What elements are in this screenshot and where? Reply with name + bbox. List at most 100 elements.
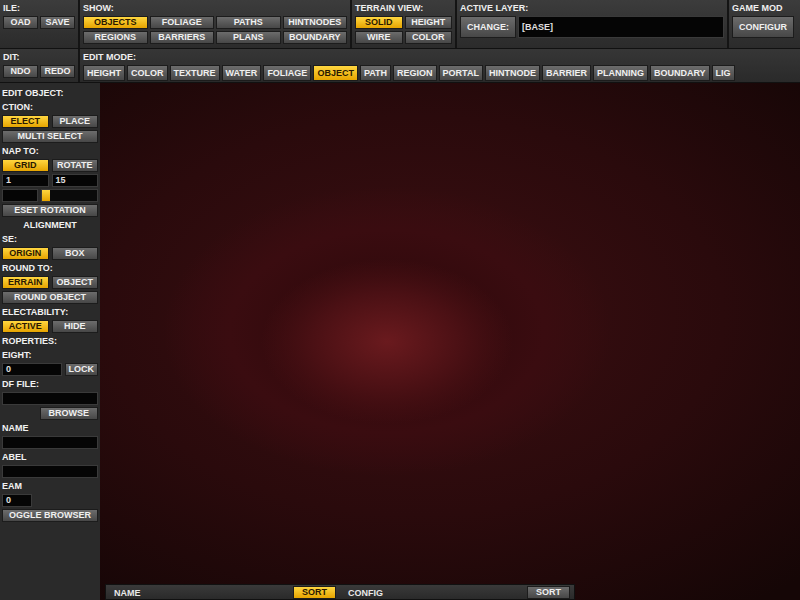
terrain-view-button[interactable]: WIRE <box>355 31 403 44</box>
panel-field[interactable]: 1 <box>2 174 49 187</box>
panel-slider-row <box>2 189 98 202</box>
team-field[interactable]: 0 <box>2 494 32 507</box>
change-layer-button[interactable]: CHANGE: <box>460 16 516 38</box>
show-toggle[interactable]: HINTNODES <box>283 16 348 29</box>
undo-redo-button[interactable]: NDO <box>3 65 38 78</box>
edit-mode-button[interactable]: HINTNODE <box>485 65 540 81</box>
panel-button[interactable]: ELECT <box>2 115 49 128</box>
edit-mode-button[interactable]: PLANNING <box>593 65 648 81</box>
panel-field-row: 115 <box>2 174 98 187</box>
panel-field-row <box>2 465 98 478</box>
file-button[interactable]: SAVE <box>40 16 75 29</box>
panel-label: NAME <box>2 422 98 434</box>
game-mode-section: GAME MOD CONFIGUR <box>729 0 800 48</box>
panel-label: ROUND TO: <box>2 262 98 274</box>
edit-mode-row: HEIGHTCOLORTEXTUREWATERFOLIAGEOBJECTPATH… <box>83 65 797 81</box>
show-toggle[interactable]: BOUNDARY <box>283 31 348 44</box>
file-button[interactable]: OAD <box>3 16 38 29</box>
edit-mode-button[interactable]: HEIGHT <box>83 65 125 81</box>
panel-button[interactable]: ROUND OBJECT <box>2 291 98 304</box>
undo-redo-button[interactable]: REDO <box>40 65 75 78</box>
panel-field[interactable] <box>2 465 98 478</box>
edit-mode-button[interactable]: OBJECT <box>313 65 358 81</box>
edit-mode-button[interactable]: BOUNDARY <box>650 65 710 81</box>
rotation-slider[interactable] <box>41 189 98 202</box>
panel-button[interactable]: ORIGIN <box>2 247 49 260</box>
panel-label: CTION: <box>2 101 98 113</box>
sort-button[interactable]: SORT <box>527 586 570 599</box>
panel-button[interactable]: ERRAIN <box>2 276 49 289</box>
column-label: CONFIG <box>348 588 383 598</box>
terrain-view-button[interactable]: SOLID <box>355 16 403 29</box>
show-toggle[interactable]: REGIONS <box>83 31 148 44</box>
level-editor: ILE: OADSAVE SHOW: OBJECTSFOLIAGEPATHSHI… <box>0 0 800 600</box>
panel-button-row: OGGLE BROWSER <box>2 509 98 522</box>
edit-section: DIT: NDOREDO <box>0 49 80 82</box>
panel-button[interactable]: OGGLE BROWSER <box>2 509 98 522</box>
file-section: ILE: OADSAVE <box>0 0 80 48</box>
panel-button-row: ACTIVEHIDE <box>2 320 98 333</box>
edit-mode-button[interactable]: FOLIAGE <box>263 65 311 81</box>
panel-button[interactable]: ESET ROTATION <box>2 204 98 217</box>
layer-field[interactable]: [BASE] <box>518 16 724 38</box>
sort-button[interactable]: SORT <box>293 586 336 599</box>
list-column: NAME SORT <box>106 585 340 599</box>
section-label: ACTIVE LAYER: <box>460 3 724 14</box>
panel-field[interactable] <box>2 392 98 405</box>
3d-viewport[interactable]: NAME SORT CONFIG SORT <box>100 83 800 600</box>
panel-button[interactable]: ROTATE <box>52 159 99 172</box>
panel-button[interactable]: ACTIVE <box>2 320 49 333</box>
height-field[interactable]: 0 <box>2 363 62 376</box>
section-label: EDIT MODE: <box>83 52 797 63</box>
section-label: DIT: <box>3 52 75 63</box>
section-label: GAME MOD <box>732 3 797 14</box>
edit-mode-button[interactable]: COLOR <box>127 65 168 81</box>
panel-button[interactable]: OBJECT <box>52 276 99 289</box>
game-row: CONFIGUR <box>732 16 797 38</box>
section-label: ILE: <box>3 3 75 14</box>
panel-field-row <box>2 392 98 405</box>
configure-button[interactable]: CONFIGUR <box>732 16 794 38</box>
edit-toolbar: DIT: NDOREDO EDIT MODE: HEIGHTCOLORTEXTU… <box>0 49 800 83</box>
terrain-view-button[interactable]: HEIGHT <box>405 16 453 29</box>
panel-field[interactable] <box>2 436 98 449</box>
show-grid: OBJECTSFOLIAGEPATHSHINTNODES REGIONSBARRI… <box>83 16 347 44</box>
edit-mode-button[interactable]: BARRIER <box>542 65 591 81</box>
show-toggle[interactable]: FOLIAGE <box>150 16 215 29</box>
terrain-view-button[interactable]: COLOR <box>405 31 453 44</box>
panel-button-row: GRIDROTATE <box>2 159 98 172</box>
browse-button[interactable]: BROWSE <box>40 407 99 420</box>
main-area: EDIT OBJECT: CTION: ELECTPLACE MULTI SELECT… <box>0 83 800 600</box>
edit-mode-button[interactable]: WATER <box>222 65 262 81</box>
button-row: NDOREDO <box>3 65 75 78</box>
panel-field[interactable] <box>2 189 38 202</box>
edit-mode-button[interactable]: LIG <box>712 65 735 81</box>
show-toggle[interactable]: PLANS <box>216 31 281 44</box>
panel-label: ABEL <box>2 451 98 463</box>
section-label: TERRAIN VIEW: <box>355 3 452 14</box>
panel-button[interactable]: GRID <box>2 159 49 172</box>
panel-label: NAP TO: <box>2 145 98 157</box>
panel-button[interactable]: BOX <box>52 247 99 260</box>
edit-object-panel: EDIT OBJECT: CTION: ELECTPLACE MULTI SELECT… <box>0 83 100 600</box>
panel-label: EDIT OBJECT: <box>2 87 98 99</box>
edit-mode-button[interactable]: TEXTURE <box>170 65 220 81</box>
panel-button-row: BROWSE <box>2 407 98 420</box>
slider-knob[interactable] <box>42 190 50 201</box>
edit-mode-button[interactable]: PATH <box>360 65 391 81</box>
show-toggle[interactable]: OBJECTS <box>83 16 148 29</box>
show-section: SHOW: OBJECTSFOLIAGEPATHSHINTNODESREGION… <box>80 0 352 48</box>
show-toggle[interactable]: BARRIERS <box>150 31 215 44</box>
panel-field-row <box>2 436 98 449</box>
panel-label: SE: <box>2 233 98 245</box>
panel-button[interactable]: HIDE <box>52 320 99 333</box>
edit-mode-button[interactable]: PORTAL <box>439 65 483 81</box>
panel-button[interactable]: MULTI SELECT <box>2 130 98 143</box>
edit-mode-button[interactable]: REGION <box>393 65 437 81</box>
panel-button-row: ORIGINBOX <box>2 247 98 260</box>
panel-field[interactable]: 15 <box>52 174 99 187</box>
show-toggle[interactable]: PATHS <box>216 16 281 29</box>
edit-mode-section: EDIT MODE: HEIGHTCOLORTEXTUREWATERFOLIAG… <box>80 49 800 82</box>
panel-button[interactable]: PLACE <box>52 115 99 128</box>
lock-button[interactable]: LOCK <box>65 363 99 376</box>
